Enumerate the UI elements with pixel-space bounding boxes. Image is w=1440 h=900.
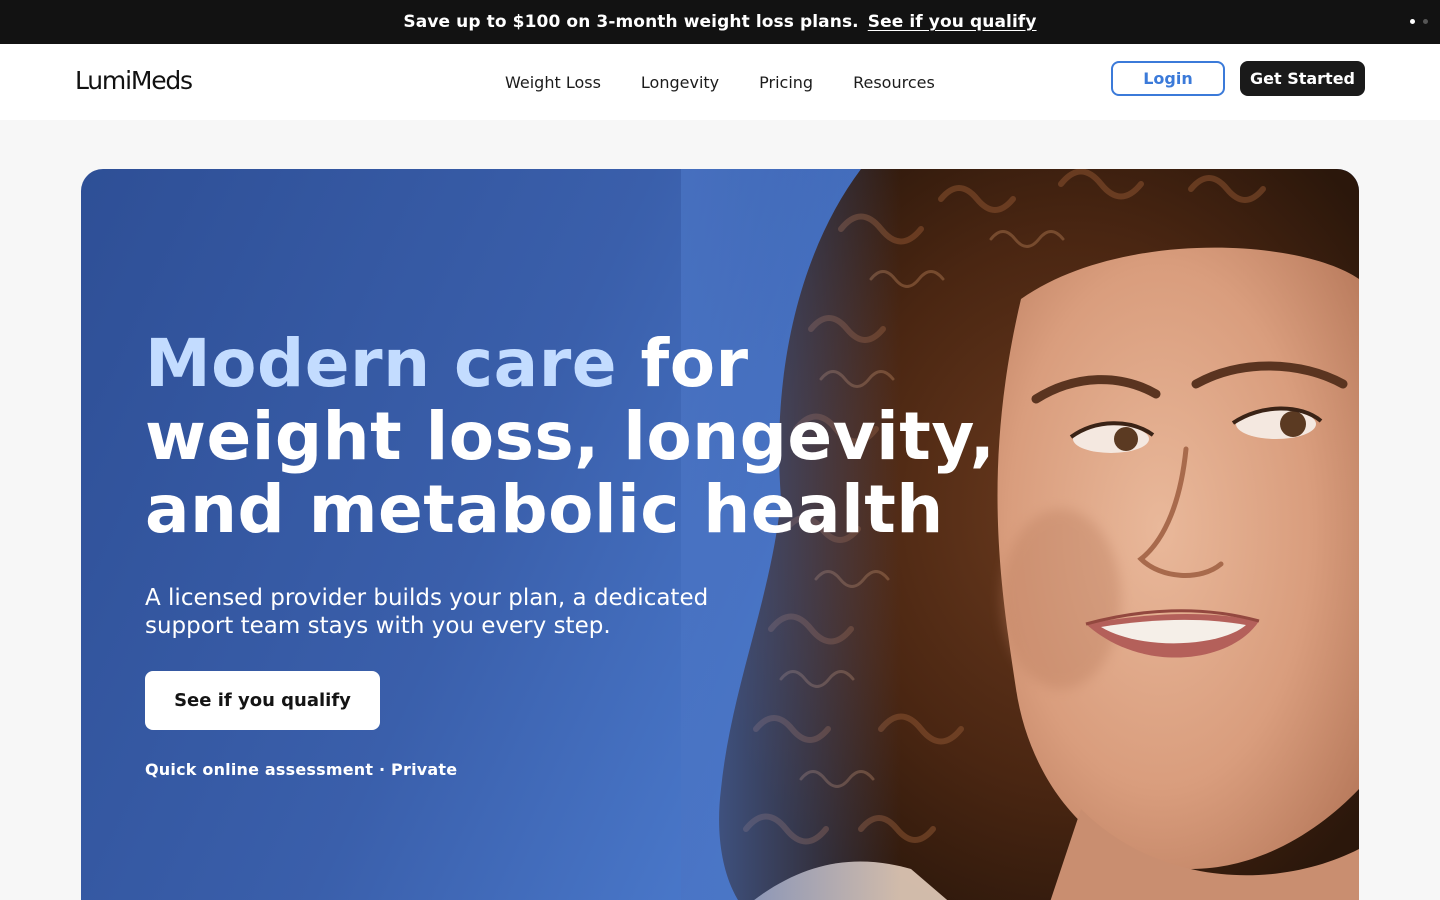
hero-fine-print: Quick online assessment · Private — [145, 760, 458, 779]
get-started-button[interactable]: Get Started — [1240, 61, 1365, 96]
site-header: LumiMeds Weight Loss Longevity Pricing R… — [0, 44, 1440, 120]
promo-carousel-dots — [1410, 19, 1428, 24]
promo-banner: Save up to $100 on 3-month weight loss p… — [0, 0, 1440, 44]
nav-item-pricing[interactable]: Pricing — [759, 73, 813, 92]
login-button[interactable]: Login — [1111, 61, 1225, 96]
hero-subheading: A licensed provider builds your plan, a … — [145, 585, 709, 639]
nav-item-resources[interactable]: Resources — [853, 73, 935, 92]
main-nav: Weight Loss Longevity Pricing Resources — [505, 44, 935, 120]
headline-part-2: weight loss, longevity, — [145, 398, 996, 475]
nav-item-weight-loss[interactable]: Weight Loss — [505, 73, 601, 92]
carousel-dot[interactable] — [1423, 19, 1428, 24]
headline-part-1: for — [617, 325, 749, 402]
hero-section: Modern care for weight loss, longevity, … — [81, 169, 1359, 900]
hero-content: Modern care for weight loss, longevity, … — [145, 327, 1025, 779]
qualify-cta-button[interactable]: See if you qualify — [145, 671, 380, 730]
headline-part-3: and metabolic health — [145, 471, 944, 548]
hero-headline: Modern care for weight loss, longevity, … — [145, 327, 1025, 546]
logo[interactable]: LumiMeds — [75, 64, 193, 98]
promo-text: Save up to $100 on 3-month weight loss p… — [403, 12, 859, 32]
promo-qualify-link[interactable]: See if you qualify — [868, 12, 1037, 32]
nav-item-longevity[interactable]: Longevity — [641, 73, 719, 92]
carousel-dot-active[interactable] — [1410, 19, 1415, 24]
headline-accent: Modern care — [145, 325, 618, 402]
